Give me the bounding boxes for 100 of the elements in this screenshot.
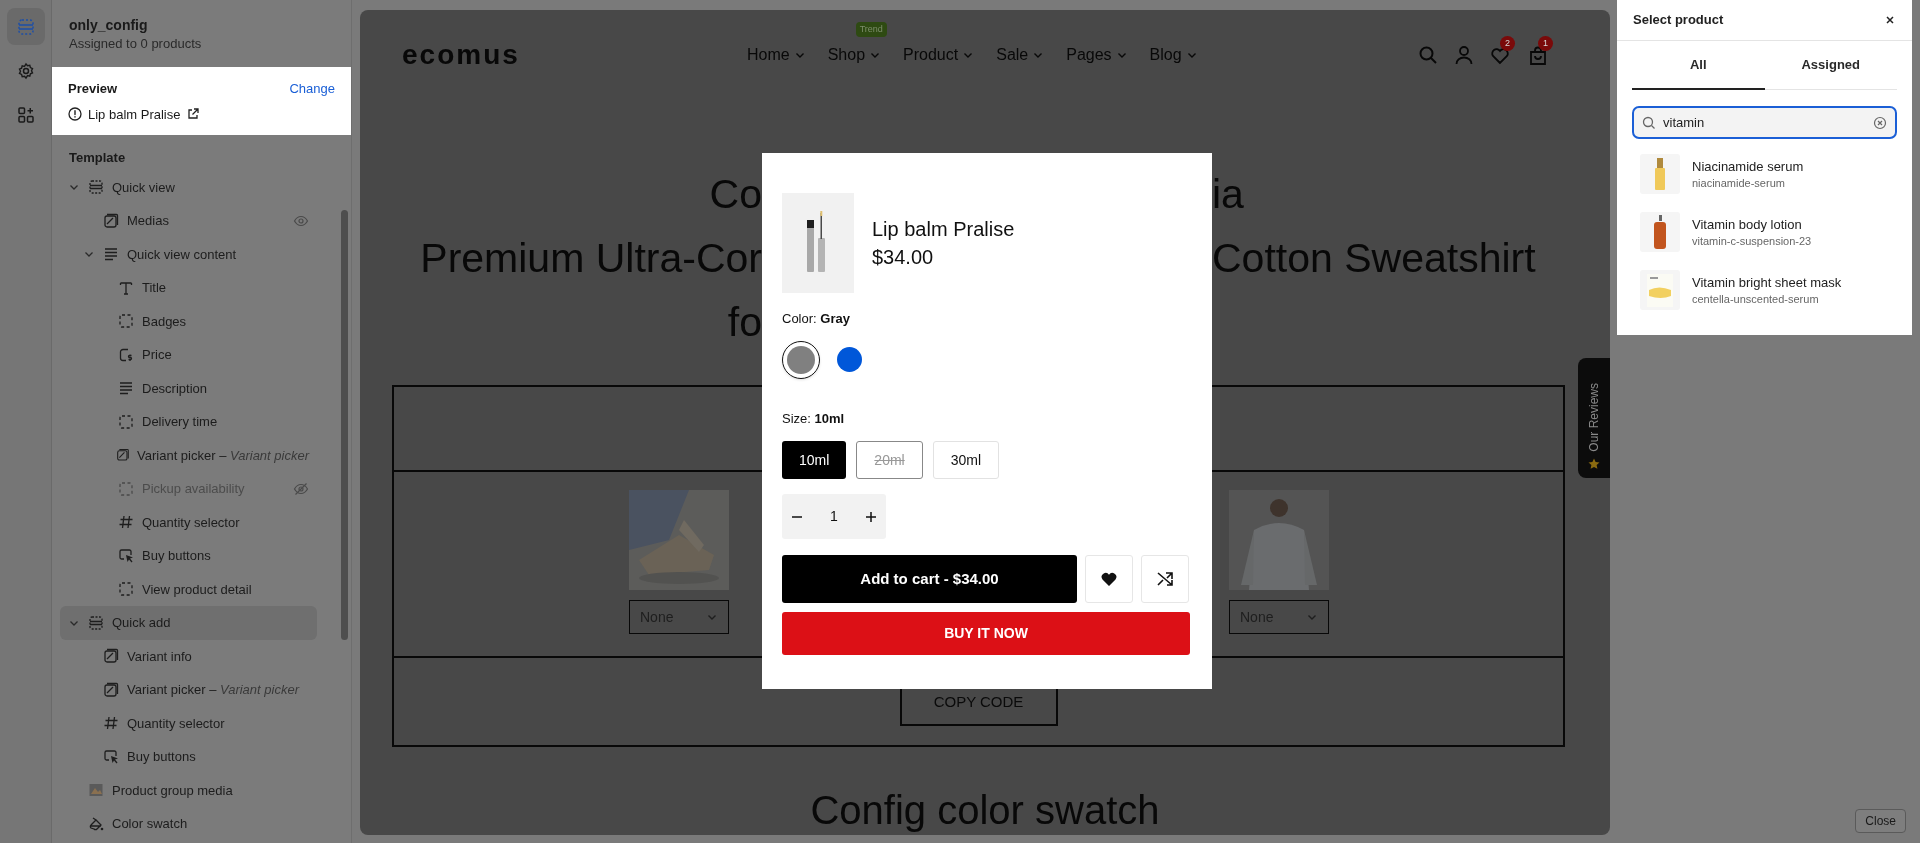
close-button[interactable]: Close — [1855, 809, 1906, 833]
tree-item[interactable]: Quick view content — [60, 237, 317, 271]
tree-item-label: Variant picker – Variant picker — [137, 446, 309, 465]
color-label: Color: Gray — [782, 310, 851, 328]
tree-item-label: Delivery time — [142, 413, 218, 431]
tree-item[interactable]: Product group media — [60, 773, 317, 807]
tree-item[interactable]: Badges — [60, 304, 317, 338]
tab[interactable]: All — [1632, 41, 1765, 90]
block-icon — [103, 648, 119, 665]
tree-item-label: Title — [142, 279, 167, 297]
tree-item-label: Quick view content — [127, 245, 237, 264]
tree-item[interactable]: Medias — [60, 204, 317, 238]
tree-item[interactable]: Buy buttons — [60, 539, 317, 573]
tree-item[interactable]: Variant picker – Variant picker — [60, 673, 317, 707]
wishlist-icon[interactable] — [1490, 46, 1510, 66]
tab[interactable]: Assigned — [1764, 41, 1897, 90]
product-handle: niacinamide-serum — [1692, 175, 1786, 191]
hash-icon — [118, 514, 134, 531]
cart-icon[interactable] — [1528, 46, 1548, 66]
store-logo[interactable]: ecomus — [402, 34, 542, 76]
block-icon — [103, 681, 119, 698]
tree-item-label: Color swatch — [112, 815, 188, 833]
product-name: Vitamin bright sheet mask — [1692, 273, 1842, 292]
text-lines-icon — [103, 246, 119, 263]
size-option[interactable]: 20ml — [856, 441, 923, 479]
nav-link[interactable]: Pages — [1066, 43, 1112, 67]
add-to-cart-button[interactable]: Add to cart - $34.00 — [782, 555, 1077, 603]
tree-item[interactable]: Quantity selector — [60, 706, 317, 740]
heading-text: ia — [1212, 170, 1244, 220]
block-icon — [103, 212, 119, 229]
tree-item[interactable]: Description — [60, 371, 317, 405]
preview-label: Preview — [68, 80, 118, 98]
nav-link[interactable]: Home — [747, 43, 790, 67]
tree-item-label: Buy buttons — [127, 748, 196, 766]
nav-link[interactable]: Sale — [996, 43, 1029, 67]
tree-item[interactable]: View product detail — [60, 572, 317, 606]
tree-item-label: Variant info — [127, 647, 192, 666]
layout-icon — [15, 16, 36, 37]
product-price: $34.00 — [872, 245, 935, 270]
product-name: Niacinamide serum — [1692, 157, 1804, 176]
nav-link[interactable]: Blog — [1149, 43, 1182, 67]
compare-button[interactable] — [1141, 555, 1189, 603]
size-option[interactable]: 10ml — [782, 441, 847, 479]
close-icon[interactable] — [1884, 14, 1896, 26]
dashed-box-icon — [118, 480, 134, 497]
dashed-box-icon — [118, 313, 134, 330]
tree-item-label: View product detail — [142, 580, 252, 599]
tree-item[interactable]: Title — [60, 271, 317, 305]
config-subtitle: Assigned to 0 products — [69, 35, 203, 53]
block-icon — [115, 447, 130, 464]
tree-item[interactable]: Quick view — [60, 170, 317, 204]
plus-icon[interactable] — [864, 509, 878, 524]
cursor-icon — [118, 547, 134, 564]
shuffle-icon — [1156, 570, 1174, 588]
scrollbar[interactable] — [341, 210, 348, 640]
product-result[interactable]: Vitamin body lotion vitamin-c-suspension-23 — [1617, 203, 1912, 261]
tree-item-label: Quantity selector — [142, 513, 240, 532]
eye-off-icon[interactable] — [293, 480, 309, 497]
wishlist-button[interactable] — [1085, 555, 1133, 603]
product-result[interactable]: Vitamin bright sheet mask centella-unscented-serum — [1617, 261, 1912, 319]
tree-item[interactable]: Buy buttons — [60, 740, 317, 774]
heading-text: Cotton Sweatshirt — [1212, 234, 1536, 284]
tree-item[interactable]: Delivery time — [60, 405, 317, 439]
heading-text: Co — [709, 170, 762, 220]
paint-bucket-icon — [88, 815, 104, 832]
preview-product[interactable]: Lip balm Pralise — [88, 104, 181, 124]
trend-badge: Trend — [855, 22, 887, 37]
account-icon[interactable] — [1454, 45, 1474, 65]
search-field[interactable]: vitamin — [1632, 106, 1897, 139]
tree-item[interactable]: Color swatch — [60, 807, 317, 841]
nav-link[interactable]: Shop — [827, 43, 866, 67]
tree-item-label: Buy buttons — [142, 547, 211, 565]
cursor-icon — [103, 748, 119, 765]
quantity-stepper[interactable]: 1 — [782, 494, 886, 539]
tree-item-label: Description — [142, 379, 208, 398]
product-name: Vitamin body lotion — [1692, 215, 1803, 234]
change-link[interactable]: Change — [289, 79, 335, 99]
media-thumbnail-icon — [88, 782, 104, 799]
apps-icon — [15, 104, 36, 125]
size-option[interactable]: 30ml — [932, 441, 1000, 479]
size-label: Size: 10ml — [782, 409, 846, 428]
search-icon[interactable] — [1418, 45, 1438, 65]
tree-item-label: Medias — [127, 212, 169, 230]
clear-icon[interactable] — [1873, 115, 1887, 130]
tree-item[interactable]: Variant info — [60, 639, 317, 673]
tree-item-label: Product group media — [112, 781, 233, 800]
product-result[interactable]: Niacinamide serum niacinamide-serum — [1617, 145, 1912, 203]
tree-item[interactable]: Quick add — [60, 606, 317, 640]
nav-link[interactable]: Product — [903, 43, 959, 67]
external-link-icon[interactable] — [186, 108, 199, 121]
heart-icon — [1100, 570, 1118, 588]
config-name: only_config — [69, 16, 149, 34]
tree-item[interactable]: Variant picker – Variant picker — [60, 438, 317, 472]
buy-now-button[interactable]: BUY IT NOW — [782, 612, 1190, 655]
wishlist-count-badge: 2 — [1500, 36, 1515, 51]
dashed-box-icon — [118, 413, 134, 430]
tree-item[interactable]: Price — [60, 338, 317, 372]
reviews-tab[interactable]: Our Reviews — [1578, 358, 1610, 478]
tree-item[interactable]: Quantity selector — [60, 505, 317, 539]
tree-item-label: Quick view — [112, 178, 175, 197]
